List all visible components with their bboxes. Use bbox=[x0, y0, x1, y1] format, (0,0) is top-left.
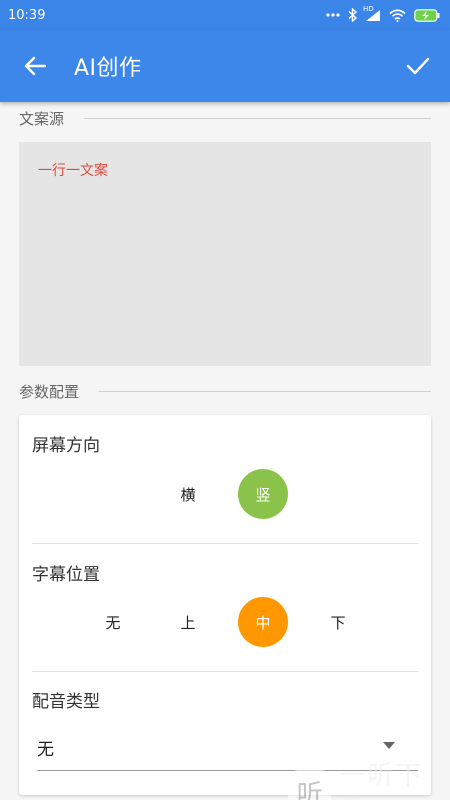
confirm-button[interactable] bbox=[396, 44, 440, 88]
copy-source-textarea[interactable]: 一行一文案 bbox=[19, 142, 431, 366]
watermark-text: 一听下载 bbox=[339, 761, 424, 800]
check-icon bbox=[406, 57, 430, 75]
divider bbox=[32, 671, 418, 672]
subtitle-position-label: 字幕位置 bbox=[32, 565, 100, 585]
orientation-option-portrait[interactable]: 竖 bbox=[238, 469, 288, 519]
status-bar: 10:39 HD bbox=[0, 0, 450, 30]
orientation-option-landscape[interactable]: 横 bbox=[163, 469, 213, 519]
copy-source-header: 文案源 bbox=[19, 108, 431, 129]
watermark: 听 一听下载 bbox=[288, 755, 450, 800]
copy-source-text: 一行一文案 bbox=[38, 163, 108, 179]
header-divider bbox=[84, 118, 431, 119]
network-label: HD bbox=[363, 4, 374, 13]
params-title: 参数配置 bbox=[19, 383, 80, 401]
app-bar: AI创作 bbox=[0, 30, 450, 102]
voice-type-value: 无 bbox=[37, 740, 54, 760]
copy-source-title: 文案源 bbox=[19, 110, 65, 128]
subtitle-option-none[interactable]: 无 bbox=[88, 597, 138, 647]
params-card: 屏幕方向 横 竖 字幕位置 无 上 中 下 配音类型 无 bbox=[19, 415, 431, 795]
screen-orientation-label: 屏幕方向 bbox=[32, 436, 100, 456]
divider bbox=[32, 543, 418, 544]
status-time: 10:39 bbox=[8, 7, 46, 23]
voice-type-label: 配音类型 bbox=[32, 692, 100, 712]
arrow-left-icon bbox=[24, 56, 46, 76]
bluetooth-icon bbox=[348, 8, 357, 22]
back-button[interactable] bbox=[14, 45, 56, 87]
signal-icon: HD bbox=[363, 5, 381, 22]
subtitle-option-middle[interactable]: 中 bbox=[238, 597, 288, 647]
params-header: 参数配置 bbox=[19, 381, 431, 402]
watermark-logo: 听 bbox=[288, 770, 332, 800]
dropdown-arrow-icon bbox=[383, 742, 395, 749]
status-icons: HD bbox=[326, 5, 440, 22]
battery-charging-icon bbox=[414, 8, 440, 22]
header-divider bbox=[99, 391, 431, 392]
subtitle-option-top[interactable]: 上 bbox=[163, 597, 213, 647]
more-dots-icon bbox=[326, 13, 340, 17]
page-title: AI创作 bbox=[74, 56, 142, 81]
wifi-icon bbox=[389, 8, 406, 22]
subtitle-option-bottom[interactable]: 下 bbox=[313, 597, 363, 647]
